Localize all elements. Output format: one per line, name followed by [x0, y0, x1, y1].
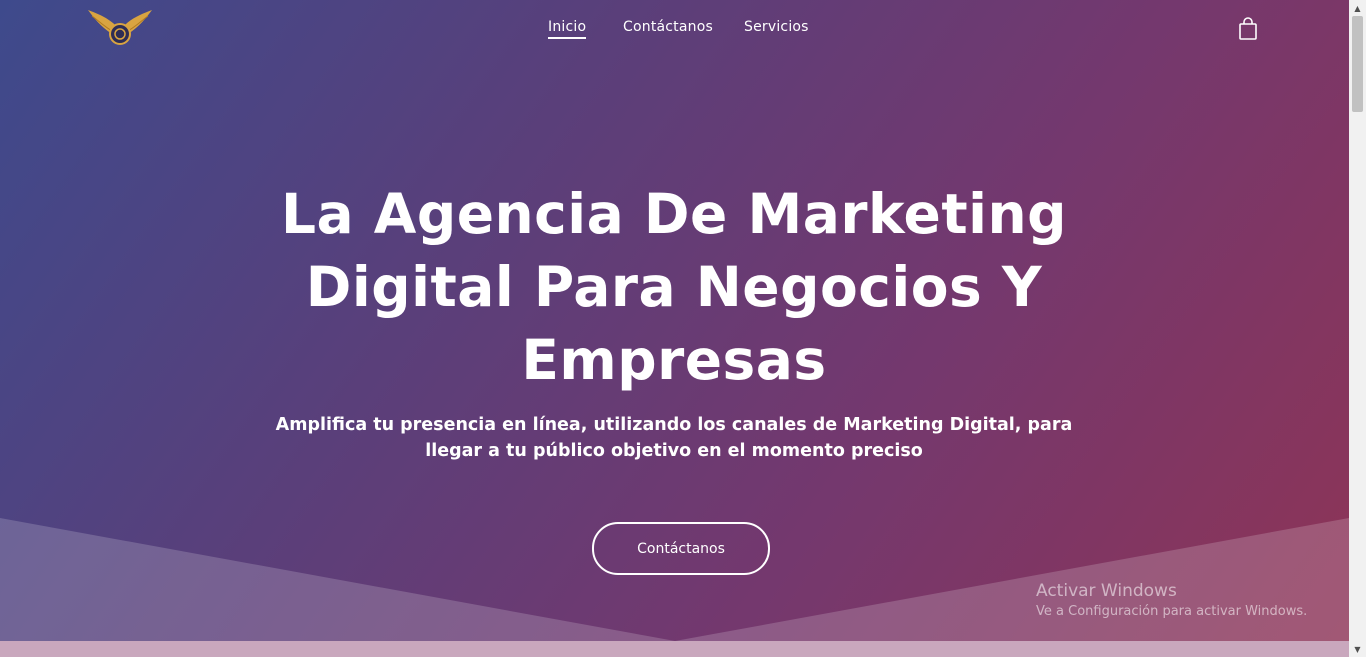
- scrollbar-thumb[interactable]: [1352, 16, 1363, 112]
- hero-subtitle: Amplifica tu presencia en línea, utiliza…: [275, 415, 1073, 461]
- scroll-down-arrow-icon[interactable]: ▼: [1349, 641, 1366, 657]
- main-navigation: Inicio Contáctanos Servicios: [0, 19, 1349, 41]
- hero-section: Inicio Contáctanos Servicios La Agencia …: [0, 0, 1349, 657]
- section-divider: [0, 641, 1349, 657]
- nav-item-inicio[interactable]: Inicio: [548, 19, 587, 39]
- hero-title: La Agencia De Marketing Digital Para Neg…: [280, 182, 1068, 392]
- watermark-subtitle: Ve a Configuración para activar Windows.: [1036, 604, 1308, 619]
- shopping-bag-icon[interactable]: [1238, 17, 1258, 41]
- nav-item-contactanos[interactable]: Contáctanos: [623, 19, 713, 35]
- nav-item-servicios[interactable]: Servicios: [744, 19, 809, 35]
- windows-activation-watermark: Activar Windows Ve a Configuración para …: [1036, 580, 1307, 622]
- contact-button[interactable]: Contáctanos: [592, 522, 770, 575]
- vertical-scrollbar[interactable]: ▲ ▼: [1349, 0, 1366, 657]
- watermark-title: Activar Windows: [1036, 581, 1177, 601]
- scroll-up-arrow-icon[interactable]: ▲: [1349, 0, 1366, 16]
